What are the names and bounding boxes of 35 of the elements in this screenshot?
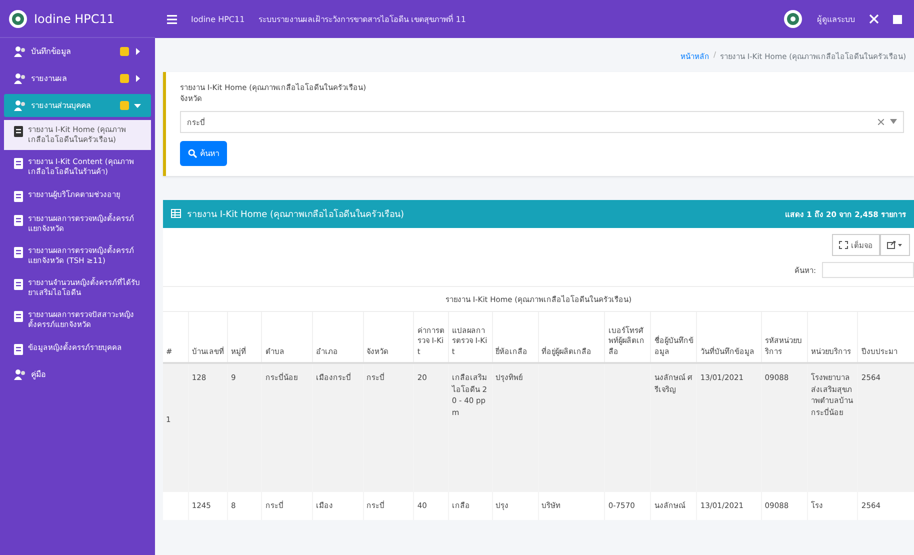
people-icon bbox=[14, 368, 26, 380]
document-icon bbox=[14, 246, 23, 258]
document-icon bbox=[14, 279, 23, 290]
people-icon bbox=[14, 46, 26, 57]
document-icon bbox=[14, 158, 23, 170]
export-button[interactable] bbox=[880, 234, 910, 256]
document-icon bbox=[14, 311, 23, 322]
search-icon bbox=[188, 148, 197, 158]
brand-name: Iodine HPC11 bbox=[34, 12, 115, 26]
export-icon bbox=[887, 240, 903, 248]
user-name[interactable]: ผู้ดูแลระบบ bbox=[817, 12, 855, 26]
sidebar-item[interactable]: รายงานผล bbox=[4, 67, 151, 90]
page-title: ระบบรายงานผลเฝ้าระวังการขาดสารไอโอดีน เขตสุขภาพที่ 11 bbox=[258, 13, 466, 26]
people-icon bbox=[14, 100, 26, 111]
document-icon bbox=[14, 190, 23, 202]
badge-icon bbox=[120, 101, 129, 110]
fullscreen-icon bbox=[839, 240, 848, 248]
sidebar-item[interactable]: คู่มือ bbox=[4, 362, 151, 386]
document-icon bbox=[14, 126, 23, 137]
badge-icon bbox=[120, 74, 129, 83]
table-icon bbox=[171, 209, 181, 218]
logo-icon bbox=[783, 9, 803, 29]
search-button[interactable]: ค้นหา bbox=[180, 140, 227, 166]
clear-icon[interactable] bbox=[878, 118, 884, 124]
search-field[interactable] bbox=[822, 262, 914, 278]
report-title: รายงาน I-Kit Home (คุณภาพเกลือไอโอดีนในครัวเรือน) bbox=[187, 208, 406, 220]
menu-icon[interactable] bbox=[167, 14, 177, 24]
people-icon bbox=[14, 73, 26, 84]
document-icon bbox=[14, 344, 23, 354]
sidebar-item[interactable]: บันทึกข้อมูล bbox=[4, 40, 151, 63]
caret-icon bbox=[890, 119, 897, 124]
document-icon bbox=[14, 214, 23, 226]
badge-icon bbox=[120, 47, 129, 56]
home-link[interactable]: Iodine HPC11 bbox=[191, 14, 245, 24]
logo-icon bbox=[8, 8, 28, 28]
